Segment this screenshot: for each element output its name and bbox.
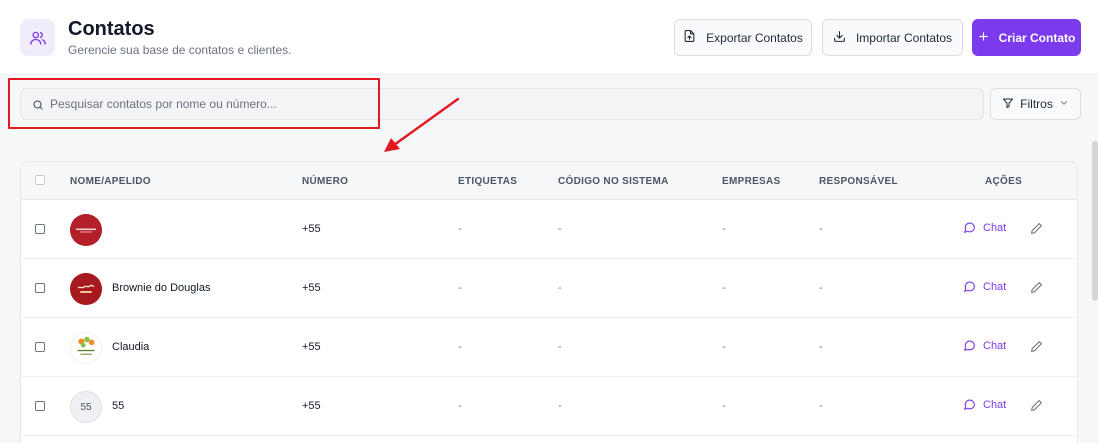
pencil-icon[interactable] (1030, 399, 1043, 417)
filter-icon (1002, 97, 1014, 112)
search-icon (32, 98, 44, 116)
contact-code: - (558, 341, 562, 353)
chevron-down-icon (1059, 97, 1069, 111)
row-checkbox[interactable] (35, 401, 45, 411)
avatar (70, 273, 102, 305)
search-toolbar: Filtros (0, 75, 1098, 152)
contact-tags: - (458, 400, 462, 412)
create-contact-label: Criar Contato (998, 30, 1076, 45)
column-header-code: CÓDIGO NO SISTEMA (558, 176, 669, 187)
contact-name: Brownie do Douglas (112, 282, 211, 294)
search-input[interactable] (50, 89, 950, 119)
column-header-tags: ETIQUETAS (458, 176, 518, 187)
chat-bubble-icon (964, 281, 975, 292)
filters-label: Filtros (1020, 97, 1053, 111)
chat-label: Chat (983, 280, 1007, 293)
page-title: Contatos (68, 18, 155, 40)
chat-button[interactable]: Chat (963, 398, 1006, 411)
contact-number: +55 (302, 400, 321, 412)
export-contacts-button[interactable]: Exportar Contatos (674, 19, 812, 56)
contact-number: +55 (302, 223, 321, 235)
column-header-companies: EMPRESAS (722, 176, 781, 187)
search-box[interactable] (20, 88, 984, 120)
contact-companies: - (722, 282, 726, 294)
contact-code: - (558, 223, 562, 235)
chat-label: Chat (983, 339, 1007, 352)
column-header-owner: RESPONSÁVEL (819, 176, 898, 187)
chat-label: Chat (983, 398, 1007, 411)
chat-bubble-icon (964, 340, 975, 351)
select-all-checkbox[interactable] (35, 175, 45, 185)
avatar: 55 (70, 391, 102, 423)
create-contact-button[interactable]: Criar Contato (972, 19, 1081, 56)
chat-bubble-icon (964, 399, 975, 410)
pencil-icon[interactable] (1030, 222, 1043, 240)
contact-owner: - (819, 223, 823, 235)
table-header: NOME/APELIDO NÚMERO ETIQUETAS CÓDIGO NO … (21, 162, 1077, 200)
chat-button[interactable]: Chat (963, 280, 1006, 293)
column-header-actions: AÇÕES (985, 176, 1023, 187)
page-subtitle: Gerencie sua base de contatos e clientes… (68, 43, 292, 57)
table-row[interactable]: 55 55 +55 - - - - Chat (21, 377, 1077, 436)
contact-code: - (558, 282, 562, 294)
row-checkbox[interactable] (35, 342, 45, 352)
page-header: Contatos Gerencie sua base de contatos e… (0, 0, 1098, 75)
download-icon (833, 30, 846, 46)
contacts-table: NOME/APELIDO NÚMERO ETIQUETAS CÓDIGO NO … (20, 161, 1078, 443)
chat-button[interactable]: Chat (963, 221, 1006, 234)
file-export-icon (683, 29, 696, 46)
chat-button[interactable]: Chat (963, 339, 1006, 352)
row-checkbox[interactable] (35, 224, 45, 234)
import-contacts-label: Importar Contatos (855, 30, 953, 45)
pencil-icon[interactable] (1030, 340, 1043, 358)
table-row[interactable]: Claudia +55 - - - - Chat (21, 318, 1077, 377)
chat-label: Chat (983, 221, 1007, 234)
contact-tags: - (458, 223, 462, 235)
contact-companies: - (722, 400, 726, 412)
contact-number: +55 (302, 341, 321, 353)
avatar (70, 332, 102, 364)
plus-icon (978, 31, 989, 45)
contact-name: 55 (112, 400, 125, 412)
row-checkbox[interactable] (35, 283, 45, 293)
contact-code: - (558, 400, 562, 412)
red-brand-logo-icon (70, 214, 102, 246)
contact-owner: - (819, 400, 823, 412)
table-row[interactable]: Brownie do Douglas +55 - - - - Chat (21, 259, 1077, 318)
contact-owner: - (819, 282, 823, 294)
contact-companies: - (722, 223, 726, 235)
table-row[interactable]: +55 - - - - Chat (21, 200, 1077, 259)
contact-tags: - (458, 341, 462, 353)
contact-number: +55 (302, 282, 321, 294)
column-header-number: NÚMERO (302, 176, 349, 187)
filters-button[interactable]: Filtros (990, 88, 1081, 120)
contact-tags: - (458, 282, 462, 294)
export-contacts-label: Exportar Contatos (706, 30, 803, 45)
avatar (70, 214, 102, 246)
import-contacts-button[interactable]: Importar Contatos (822, 19, 963, 56)
users-icon (20, 19, 55, 56)
contact-companies: - (722, 341, 726, 353)
contact-name: Claudia (112, 341, 150, 353)
contact-owner: - (819, 341, 823, 353)
column-header-name: NOME/APELIDO (70, 176, 151, 187)
chat-bubble-icon (964, 222, 975, 233)
floral-logo-icon (71, 333, 101, 363)
brownie-logo-icon (70, 273, 102, 305)
page-scrollbar[interactable] (1092, 141, 1098, 301)
pencil-icon[interactable] (1030, 281, 1043, 299)
